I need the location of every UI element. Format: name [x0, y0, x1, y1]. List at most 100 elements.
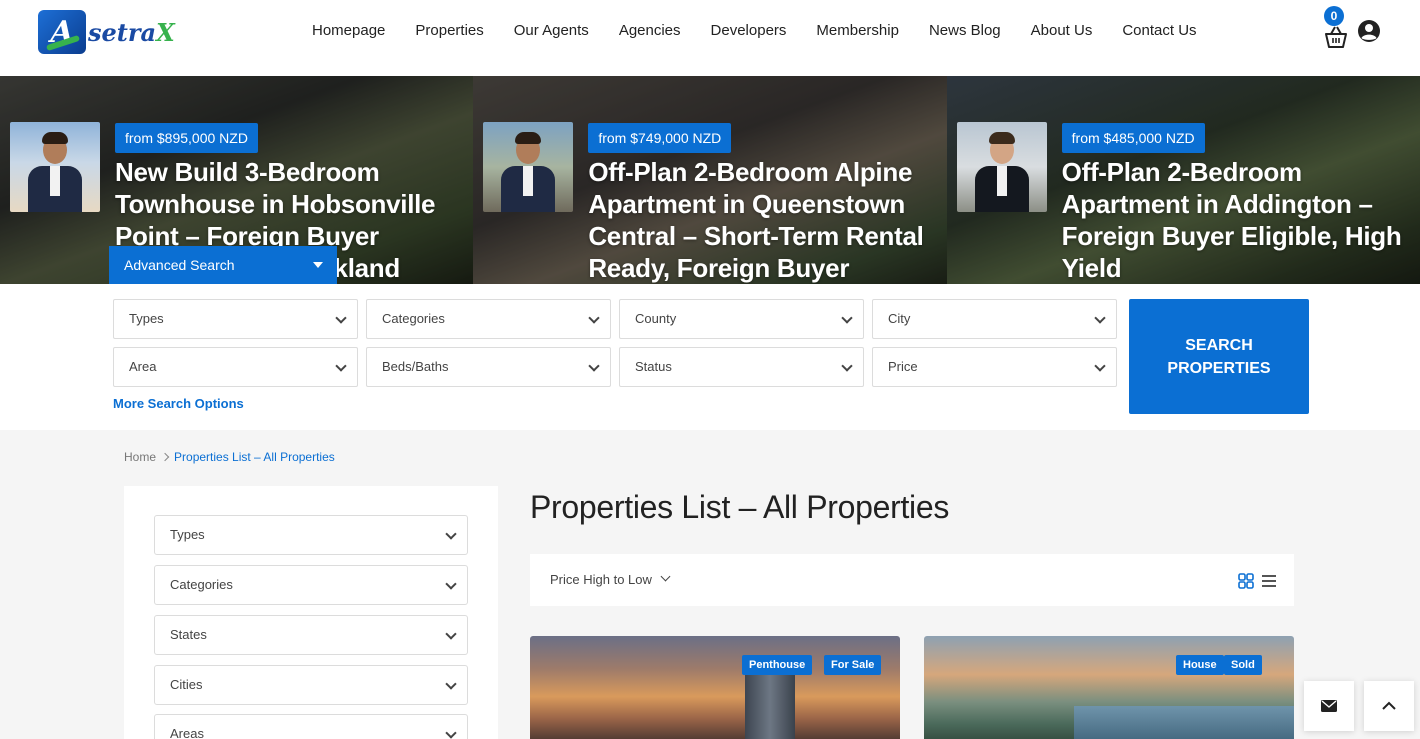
area-select-value: Area — [129, 359, 157, 374]
types-select[interactable]: Types — [113, 299, 358, 339]
status-select[interactable]: Status — [619, 347, 864, 387]
search-properties-label: SEARCH PROPERTIES — [1167, 336, 1271, 377]
chevron-down-icon — [445, 678, 457, 690]
page-title: Properties List – All Properties — [530, 489, 950, 525]
breadcrumb-current[interactable]: Properties List – All Properties — [174, 450, 335, 464]
caret-down-icon — [313, 262, 323, 268]
more-search-options-link[interactable]: More Search Options — [113, 396, 244, 411]
price-tag: from $895,000 NZD — [115, 123, 258, 153]
contact-email-button[interactable] — [1304, 681, 1354, 731]
beds-baths-select-value: Beds/Baths — [382, 359, 449, 374]
hero-slide[interactable]: from $485,000 NZD Off-Plan 2-Bedroom Apa… — [946, 76, 1420, 284]
agent-shirt — [50, 166, 60, 196]
chevron-down-icon — [445, 578, 457, 590]
advanced-search-tab[interactable]: Advanced Search — [109, 246, 337, 284]
chevron-down-icon — [335, 360, 347, 372]
chevron-down-icon — [588, 360, 600, 372]
categories-select-value: Categories — [382, 311, 445, 326]
basket-icon[interactable] — [1323, 24, 1349, 50]
hero-slide[interactable]: from $749,000 NZD Off-Plan 2-Bedroom Alp… — [473, 76, 947, 284]
sidebar-filters: Types Categories States Cities Areas — [124, 486, 498, 739]
chevron-down-icon[interactable] — [660, 571, 671, 582]
city-select-value: City — [888, 311, 911, 326]
sidebar-cities-value: Cities — [170, 677, 203, 692]
cart-count-badge: 0 — [1324, 6, 1344, 26]
agent-hair — [515, 132, 542, 144]
nav-agencies[interactable]: Agencies — [604, 21, 696, 41]
county-select-value: County — [635, 311, 677, 326]
scroll-to-top-button[interactable] — [1364, 681, 1414, 731]
sidebar-categories-value: Categories — [170, 577, 233, 592]
chevron-down-icon — [1094, 360, 1106, 372]
logo-text: setraX — [88, 18, 175, 47]
slide-title[interactable]: Off-Plan 2-Bedroom Apartment in Addingto… — [1062, 156, 1407, 284]
price-tag: from $485,000 NZD — [1061, 123, 1205, 153]
chevron-down-icon — [841, 312, 853, 324]
logo-text-accent: X — [156, 17, 175, 47]
county-select[interactable]: County — [619, 299, 864, 339]
agent-avatar[interactable] — [10, 122, 100, 212]
agent-shirt — [523, 166, 534, 196]
sort-toolbar: Price High to Low — [530, 554, 1294, 606]
city-select[interactable]: City — [872, 299, 1117, 339]
categories-select[interactable]: Categories — [366, 299, 611, 339]
chevron-down-icon — [445, 727, 457, 739]
list-view-icon[interactable] — [1262, 574, 1276, 588]
chevron-up-icon — [1382, 701, 1396, 710]
sidebar-categories-select[interactable]: Categories — [154, 565, 468, 605]
chevron-down-icon — [841, 360, 853, 372]
site-header: A setraX Homepage Properties Our Agents … — [0, 0, 1420, 76]
sidebar-types-select[interactable]: Types — [154, 515, 468, 555]
main-nav: Homepage Properties Our Agents Agencies … — [297, 21, 1212, 41]
chevron-down-icon — [445, 528, 457, 540]
search-properties-button[interactable]: SEARCH PROPERTIES — [1129, 299, 1309, 414]
chevron-down-icon — [588, 312, 600, 324]
price-tag: from $749,000 NZD — [588, 123, 732, 153]
chevron-down-icon — [445, 628, 457, 640]
nav-contact-us[interactable]: Contact Us — [1107, 21, 1211, 41]
chevron-right-icon — [160, 452, 170, 462]
property-type-badge[interactable]: House — [1176, 655, 1224, 675]
slide-title[interactable]: Off-Plan 2-Bedroom Alpine Apartment in Q… — [588, 156, 933, 284]
price-select-value: Price — [888, 359, 918, 374]
breadcrumb-home[interactable]: Home — [124, 450, 156, 464]
property-status-badge[interactable]: For Sale — [824, 655, 882, 675]
sidebar-areas-select[interactable]: Areas — [154, 714, 468, 739]
agent-avatar[interactable] — [956, 122, 1047, 212]
nav-developers[interactable]: Developers — [696, 21, 802, 41]
agent-shirt — [996, 166, 1007, 196]
agent-avatar[interactable] — [483, 122, 574, 212]
sidebar-types-value: Types — [170, 527, 205, 542]
logo-text-main: setra — [88, 17, 157, 47]
nav-our-agents[interactable]: Our Agents — [499, 21, 604, 41]
advanced-search-panel: Types Categories County City Area Beds/B… — [0, 284, 1420, 430]
sidebar-states-value: States — [170, 627, 207, 642]
nav-membership[interactable]: Membership — [801, 21, 914, 41]
coastline-image — [1074, 706, 1294, 739]
types-select-value: Types — [129, 311, 164, 326]
sidebar-cities-select[interactable]: Cities — [154, 665, 468, 705]
property-type-badge[interactable]: Penthouse — [742, 655, 813, 675]
logo-mark: A — [38, 10, 86, 54]
nav-about-us[interactable]: About Us — [1016, 21, 1108, 41]
price-select[interactable]: Price — [872, 347, 1117, 387]
user-account-icon[interactable] — [1357, 19, 1381, 43]
nav-properties[interactable]: Properties — [400, 21, 498, 41]
beds-baths-select[interactable]: Beds/Baths — [366, 347, 611, 387]
agent-hair — [42, 132, 68, 144]
sidebar-states-select[interactable]: States — [154, 615, 468, 655]
area-select[interactable]: Area — [113, 347, 358, 387]
nav-news-blog[interactable]: News Blog — [914, 21, 1016, 41]
advanced-search-label: Advanced Search — [124, 257, 235, 273]
site-logo[interactable]: A setraX — [38, 8, 183, 56]
nav-homepage[interactable]: Homepage — [297, 21, 400, 41]
agent-hair — [988, 132, 1015, 144]
property-card[interactable]: House Sold — [924, 636, 1294, 739]
envelope-icon — [1321, 700, 1337, 712]
property-card[interactable]: Penthouse For Sale — [530, 636, 900, 739]
sort-select[interactable]: Price High to Low — [550, 572, 652, 587]
chevron-down-icon — [1094, 312, 1106, 324]
sidebar-areas-value: Areas — [170, 726, 204, 739]
grid-view-icon[interactable] — [1238, 573, 1254, 589]
property-status-badge[interactable]: Sold — [1224, 655, 1262, 675]
